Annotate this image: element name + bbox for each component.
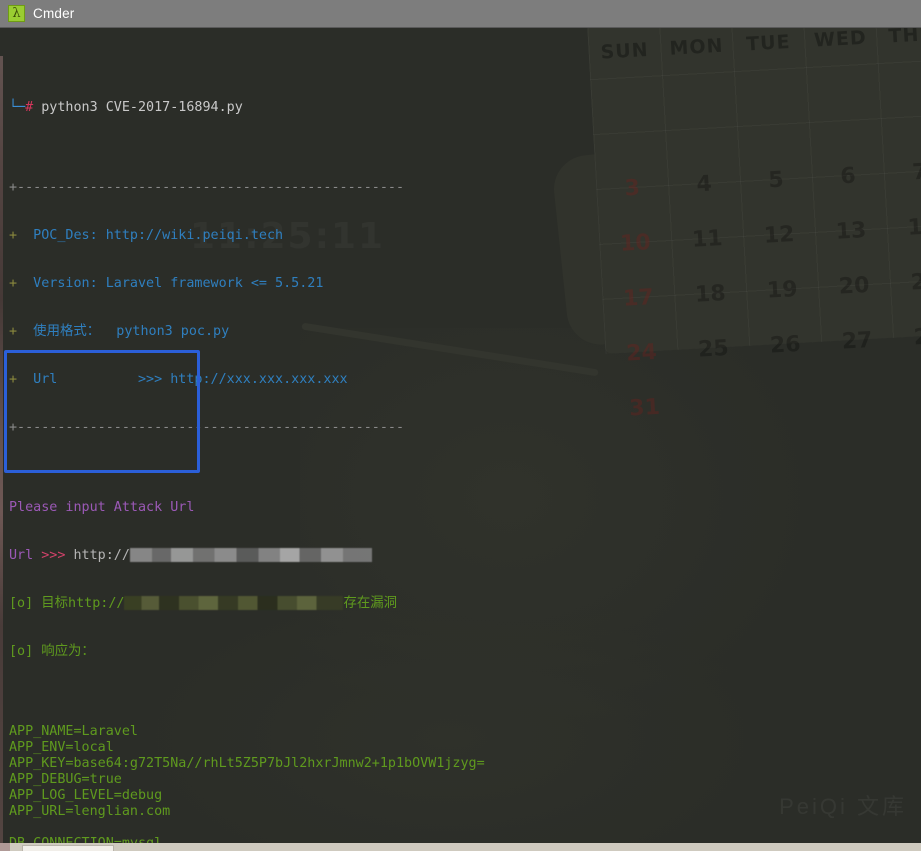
env-line-text: APP_KEY=base64:g72T5Na//rhLt5Z5P7bJl2hxr… (9, 756, 485, 771)
banner-marker: + (9, 324, 17, 339)
url-label: Url (9, 548, 33, 563)
banner-row-version: + Version: Laravel framework <= 5.5.21 (9, 276, 921, 292)
response-label: 响应为： (41, 644, 95, 659)
banner-rule-text: +---------------------------------------… (9, 420, 404, 435)
banner-rule-text: +---------------------------------------… (9, 180, 404, 195)
env-line-text: APP_ENV=local (9, 740, 114, 755)
result-vulnerable-line: [o] 目标http:// 存在漏洞 (9, 596, 921, 612)
result-suffix: 存在漏洞 (343, 596, 397, 611)
window-title: Cmder (33, 6, 75, 21)
peiqi-watermark: PeiQi 文库 (779, 789, 907, 821)
lambda-icon: λ (8, 5, 25, 22)
desktop-bottom-strip (0, 843, 921, 851)
banner-row-poc-des: + POC_Des: http://wiki.peiqi.tech (9, 228, 921, 244)
env-line: APP_KEY=base64:g72T5Na//rhLt5Z5P7bJl2hxr… (9, 756, 921, 772)
redacted-url-value (130, 548, 372, 562)
banner-marker: + (9, 276, 17, 291)
banner-row-usage: + 使用格式： python3 poc.py (9, 324, 921, 340)
please-input-line: Please input Attack Url (9, 500, 921, 516)
env-blank-line (9, 820, 921, 836)
response-prefix: [o] (9, 644, 33, 659)
title-bar[interactable]: λ Cmder (0, 0, 921, 28)
response-line: [o] 响应为： (9, 644, 921, 660)
result-prefix: [o] (9, 596, 33, 611)
banner-text: 使用格式： python3 poc.py (17, 324, 229, 339)
redacted-target-host (124, 596, 343, 610)
url-input-line[interactable]: Url >>> http:// (9, 548, 921, 564)
prompt-branch-glyph: └─ (9, 100, 25, 115)
banner-text: Url >>> http://xxx.xxx.xxx.xxx (17, 372, 348, 387)
banner-rule-top: +---------------------------------------… (9, 180, 921, 196)
banner-marker: + (9, 372, 17, 387)
console-output[interactable]: └─# python3 CVE-2017-16894.py +---------… (9, 36, 921, 843)
banner-rule-bottom: +---------------------------------------… (9, 420, 921, 436)
env-line-text: APP_LOG_LEVEL=debug (9, 788, 162, 803)
terminal-surface[interactable]: SUN MON TUE WED THU 34567101112131417181… (0, 28, 921, 843)
banner-text: Version: Laravel framework <= 5.5.21 (17, 276, 323, 291)
env-line-text: APP_DEBUG=true (9, 772, 122, 787)
prompt-hash: # (25, 100, 33, 115)
window-left-edge-strip (0, 56, 3, 843)
cmder-window: λ Cmder SUN MON TUE WED THU 345671011121… (0, 0, 921, 851)
console-command-line: └─# python3 CVE-2017-16894.py (9, 100, 921, 116)
result-target-label: 目标http:// (41, 596, 124, 611)
env-line-text: APP_URL=lenglian.com (9, 804, 170, 819)
env-line-text: DB_CONNECTION=mysql (9, 836, 162, 843)
banner-marker: + (9, 228, 17, 243)
command-value: python3 CVE-2017-16894.py (41, 100, 243, 115)
env-file-dump: APP_NAME=LaravelAPP_ENV=localAPP_KEY=bas… (9, 724, 921, 843)
banner-text: POC_Des: http://wiki.peiqi.tech (17, 228, 283, 243)
env-line: DB_CONNECTION=mysql (9, 836, 921, 843)
env-line: APP_DEBUG=true (9, 772, 921, 788)
please-input-text: Please input Attack Url (9, 500, 194, 515)
env-line: APP_ENV=local (9, 740, 921, 756)
url-scheme: http:// (74, 548, 130, 563)
env-line: APP_NAME=Laravel (9, 724, 921, 740)
banner-row-url: + Url >>> http://xxx.xxx.xxx.xxx (9, 372, 921, 388)
background-window-edge (22, 845, 114, 851)
url-arrow: >>> (41, 548, 65, 563)
bottom-strip-left-cap (0, 843, 10, 851)
env-line-text: APP_NAME=Laravel (9, 724, 138, 739)
